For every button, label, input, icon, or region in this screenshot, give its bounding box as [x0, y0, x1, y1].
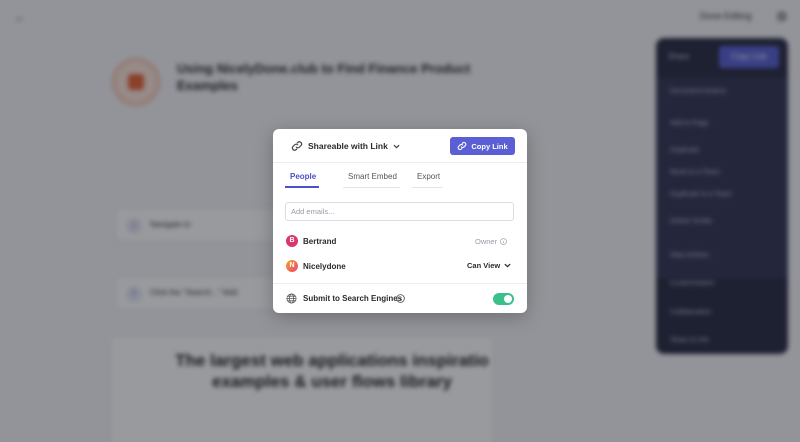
person-name: Bertrand: [303, 237, 337, 246]
tab-export[interactable]: Export: [412, 169, 443, 188]
owner-role: Owner: [475, 237, 507, 246]
info-icon[interactable]: [396, 294, 405, 303]
share-mode-label: Shareable with Link: [308, 141, 388, 151]
tab-people[interactable]: People: [285, 169, 319, 188]
info-icon: [500, 238, 507, 245]
search-engines-row: Submit to Search Engines: [273, 283, 527, 313]
share-mode-dropdown[interactable]: Shareable with Link: [291, 138, 401, 154]
modal-header: Shareable with Link Copy Link: [273, 129, 527, 163]
search-engines-label: Submit to Search Engines: [303, 294, 403, 303]
link-icon: [458, 141, 467, 151]
copy-link-label: Copy Link: [471, 141, 508, 151]
permission-dropdown[interactable]: Can View: [467, 261, 512, 270]
share-modal: Shareable with Link Copy Link People Sma…: [273, 129, 527, 313]
permission-label: Can View: [467, 261, 501, 270]
chevron-down-icon: [393, 144, 400, 149]
tab-smart-embed[interactable]: Smart Embed: [343, 169, 400, 188]
person-row: N Nicelydone Can View: [286, 260, 514, 273]
toggle-knob: [504, 295, 512, 303]
owner-label: Owner: [475, 237, 498, 246]
search-engines-toggle[interactable]: [493, 293, 514, 305]
share-tabs: People Smart Embed Export: [285, 169, 515, 189]
globe-icon: [286, 293, 297, 304]
chevron-down-icon: [504, 263, 511, 268]
avatar: B: [286, 235, 298, 247]
person-row: B Bertrand Owner: [286, 235, 514, 248]
link-icon: [291, 141, 303, 151]
person-name: Nicelydone: [303, 262, 346, 271]
copy-link-button[interactable]: Copy Link: [450, 137, 515, 155]
add-emails-input[interactable]: [285, 202, 514, 221]
avatar: N: [286, 260, 298, 272]
